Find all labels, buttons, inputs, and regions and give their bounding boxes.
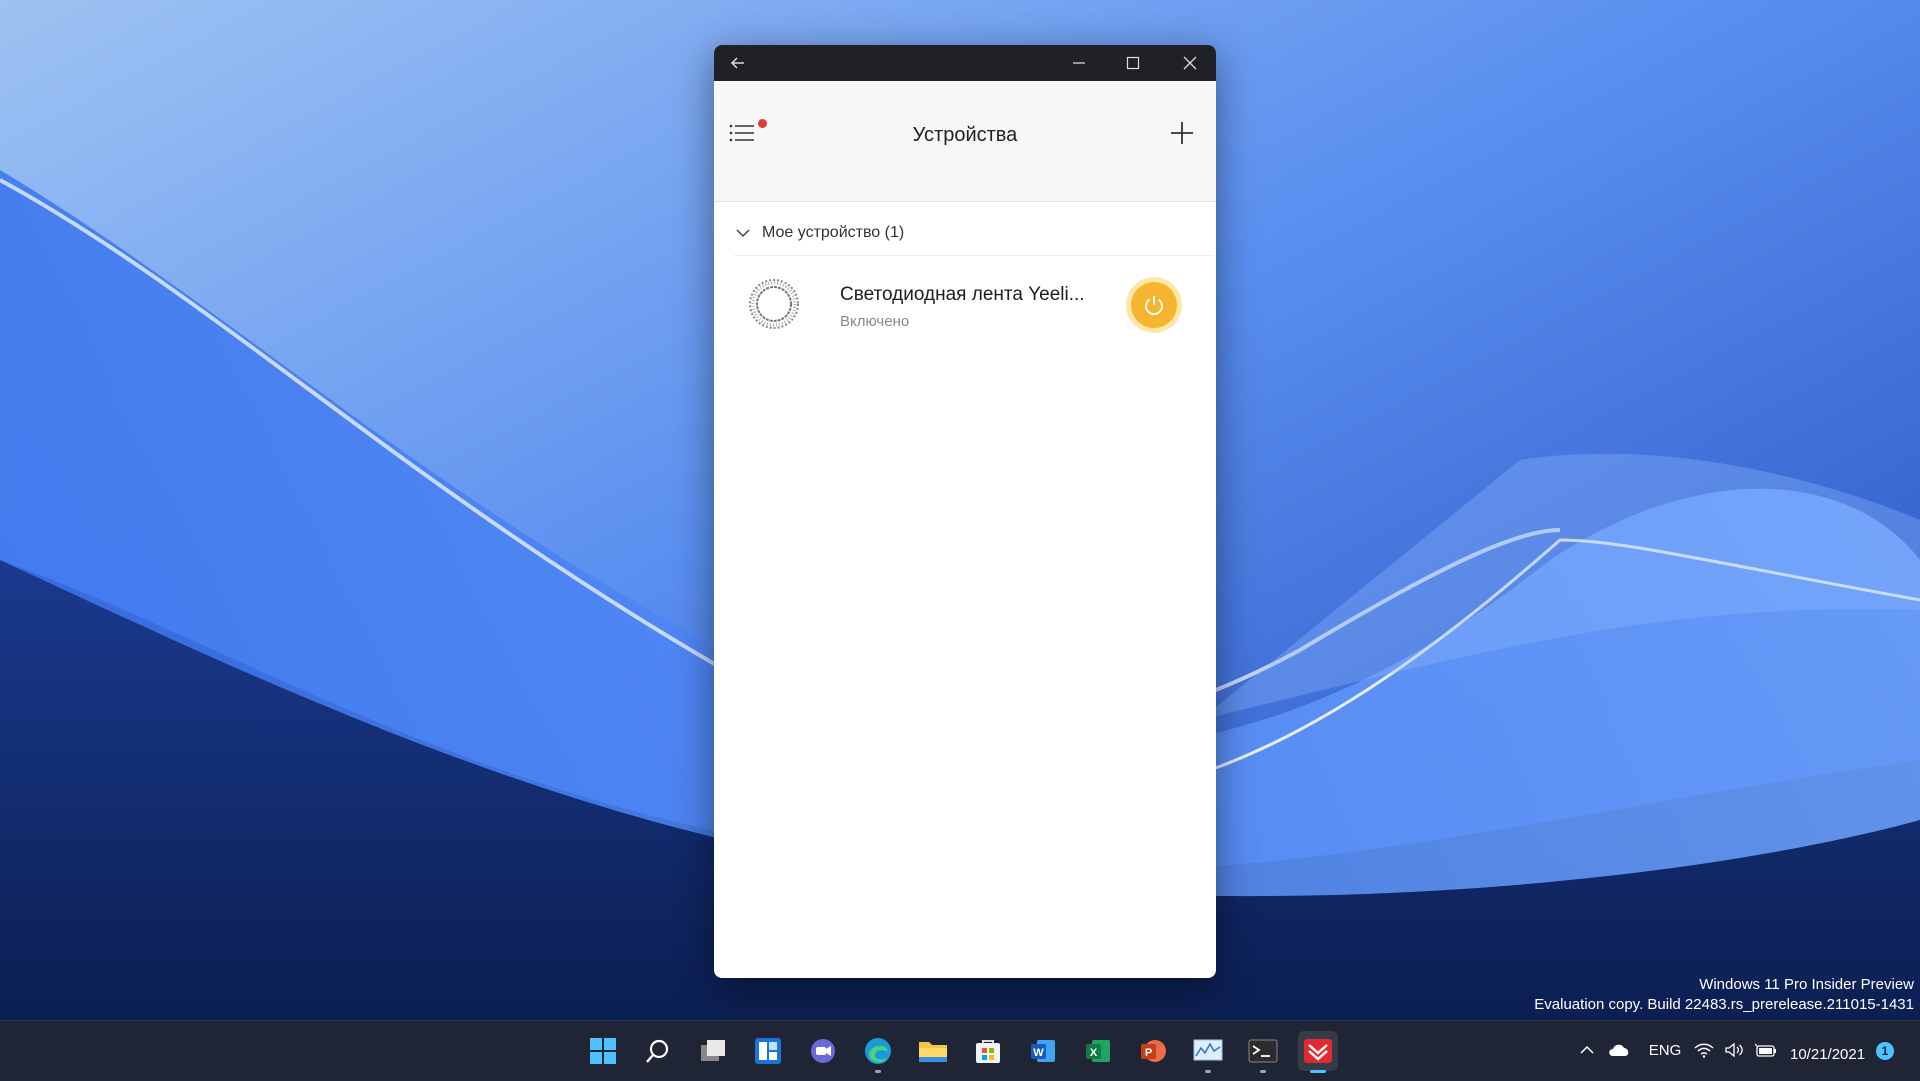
watermark-line-2: Evaluation copy. Build 22483.rs_prerelea… [1534,996,1914,1013]
add-device-button[interactable] [1166,117,1198,149]
edge-icon [865,1038,891,1064]
chat-icon [811,1039,835,1063]
notification-count-badge[interactable]: 1 [1876,1042,1894,1060]
cloud-icon [1609,1044,1629,1056]
search-button[interactable] [638,1031,678,1071]
maximize-button[interactable] [1108,45,1158,81]
close-icon [1183,56,1197,70]
start-button[interactable] [583,1031,623,1071]
arrow-left-icon [730,57,744,69]
show-hidden-icons-button[interactable] [1572,1020,1602,1080]
excel-icon: X [1086,1040,1110,1062]
file-explorer-button[interactable] [913,1031,953,1071]
power-toggle-button[interactable] [1126,277,1182,333]
wifi-button[interactable] [1690,1020,1718,1080]
chat-button[interactable] [803,1031,843,1071]
minimize-button[interactable] [1054,45,1104,81]
windows-watermark: Windows 11 Pro Insider Preview Evaluatio… [1534,975,1914,1015]
excel-button[interactable]: X [1078,1031,1118,1071]
wifi-icon [1694,1043,1714,1058]
word-button[interactable]: W [1023,1031,1063,1071]
folder-icon [919,1042,947,1062]
svg-text:P: P [1145,1047,1152,1059]
store-button[interactable] [968,1031,1008,1071]
volume-button[interactable] [1720,1020,1748,1080]
performance-monitor-button[interactable] [1188,1031,1228,1073]
yeelight-app-window: Устройства Мое устройство (1) Светодиодн… [714,45,1216,978]
widgets-button[interactable] [748,1031,788,1071]
powerpoint-button[interactable]: P [1133,1031,1173,1071]
powerpoint-icon: P [1141,1040,1166,1062]
volume-icon [1725,1042,1743,1058]
page-title: Устройства [912,124,1018,146]
search-icon [646,1039,669,1063]
device-name: Светодиодная лента Yeeli... [840,284,1085,305]
edge-button[interactable] [858,1031,898,1073]
running-indicator [875,1070,881,1073]
battery-icon [1754,1043,1776,1057]
power-button-inner [1131,282,1177,328]
close-button[interactable] [1164,45,1216,81]
terminal-icon [1248,1039,1278,1063]
device-group-label: Мое устройство (1) [762,224,905,241]
running-indicator [1205,1070,1211,1073]
yeelight-taskbar-button[interactable] [1298,1031,1338,1073]
back-button[interactable] [720,45,756,81]
chevron-up-icon [1580,1045,1594,1054]
windows-logo-icon [590,1038,616,1064]
active-indicator [1310,1070,1326,1073]
device-status: Включено [840,313,910,330]
taskbar-date[interactable]: 10/21/2021 [1790,1046,1865,1063]
chart-icon [1193,1039,1223,1061]
running-indicator [1260,1070,1266,1073]
store-icon [976,1040,1000,1063]
svg-text:X: X [1090,1047,1098,1059]
window-titlebar [714,45,1216,81]
task-view-button[interactable] [693,1031,733,1071]
terminal-button[interactable] [1243,1031,1283,1073]
maximize-icon [1126,56,1140,70]
yeelight-icon [1304,1039,1332,1063]
language-indicator[interactable]: ENG [1642,1020,1688,1080]
minimize-icon [1073,62,1085,64]
onedrive-button[interactable] [1602,1020,1636,1080]
task-view-icon [701,1040,725,1061]
light-strip-icon [746,276,802,332]
device-group-header[interactable]: Мое устройство (1) [734,211,1214,256]
power-icon [1145,296,1163,316]
battery-button[interactable] [1750,1020,1782,1080]
word-icon: W [1031,1040,1055,1062]
chevron-down-icon [736,229,750,238]
svg-text:W: W [1033,1047,1044,1059]
widgets-icon [755,1038,781,1064]
plus-icon [1171,122,1193,144]
device-list-item[interactable]: Светодиодная лента Yeeli... Включено [714,259,1216,355]
watermark-line-1: Windows 11 Pro Insider Preview [1699,976,1914,993]
